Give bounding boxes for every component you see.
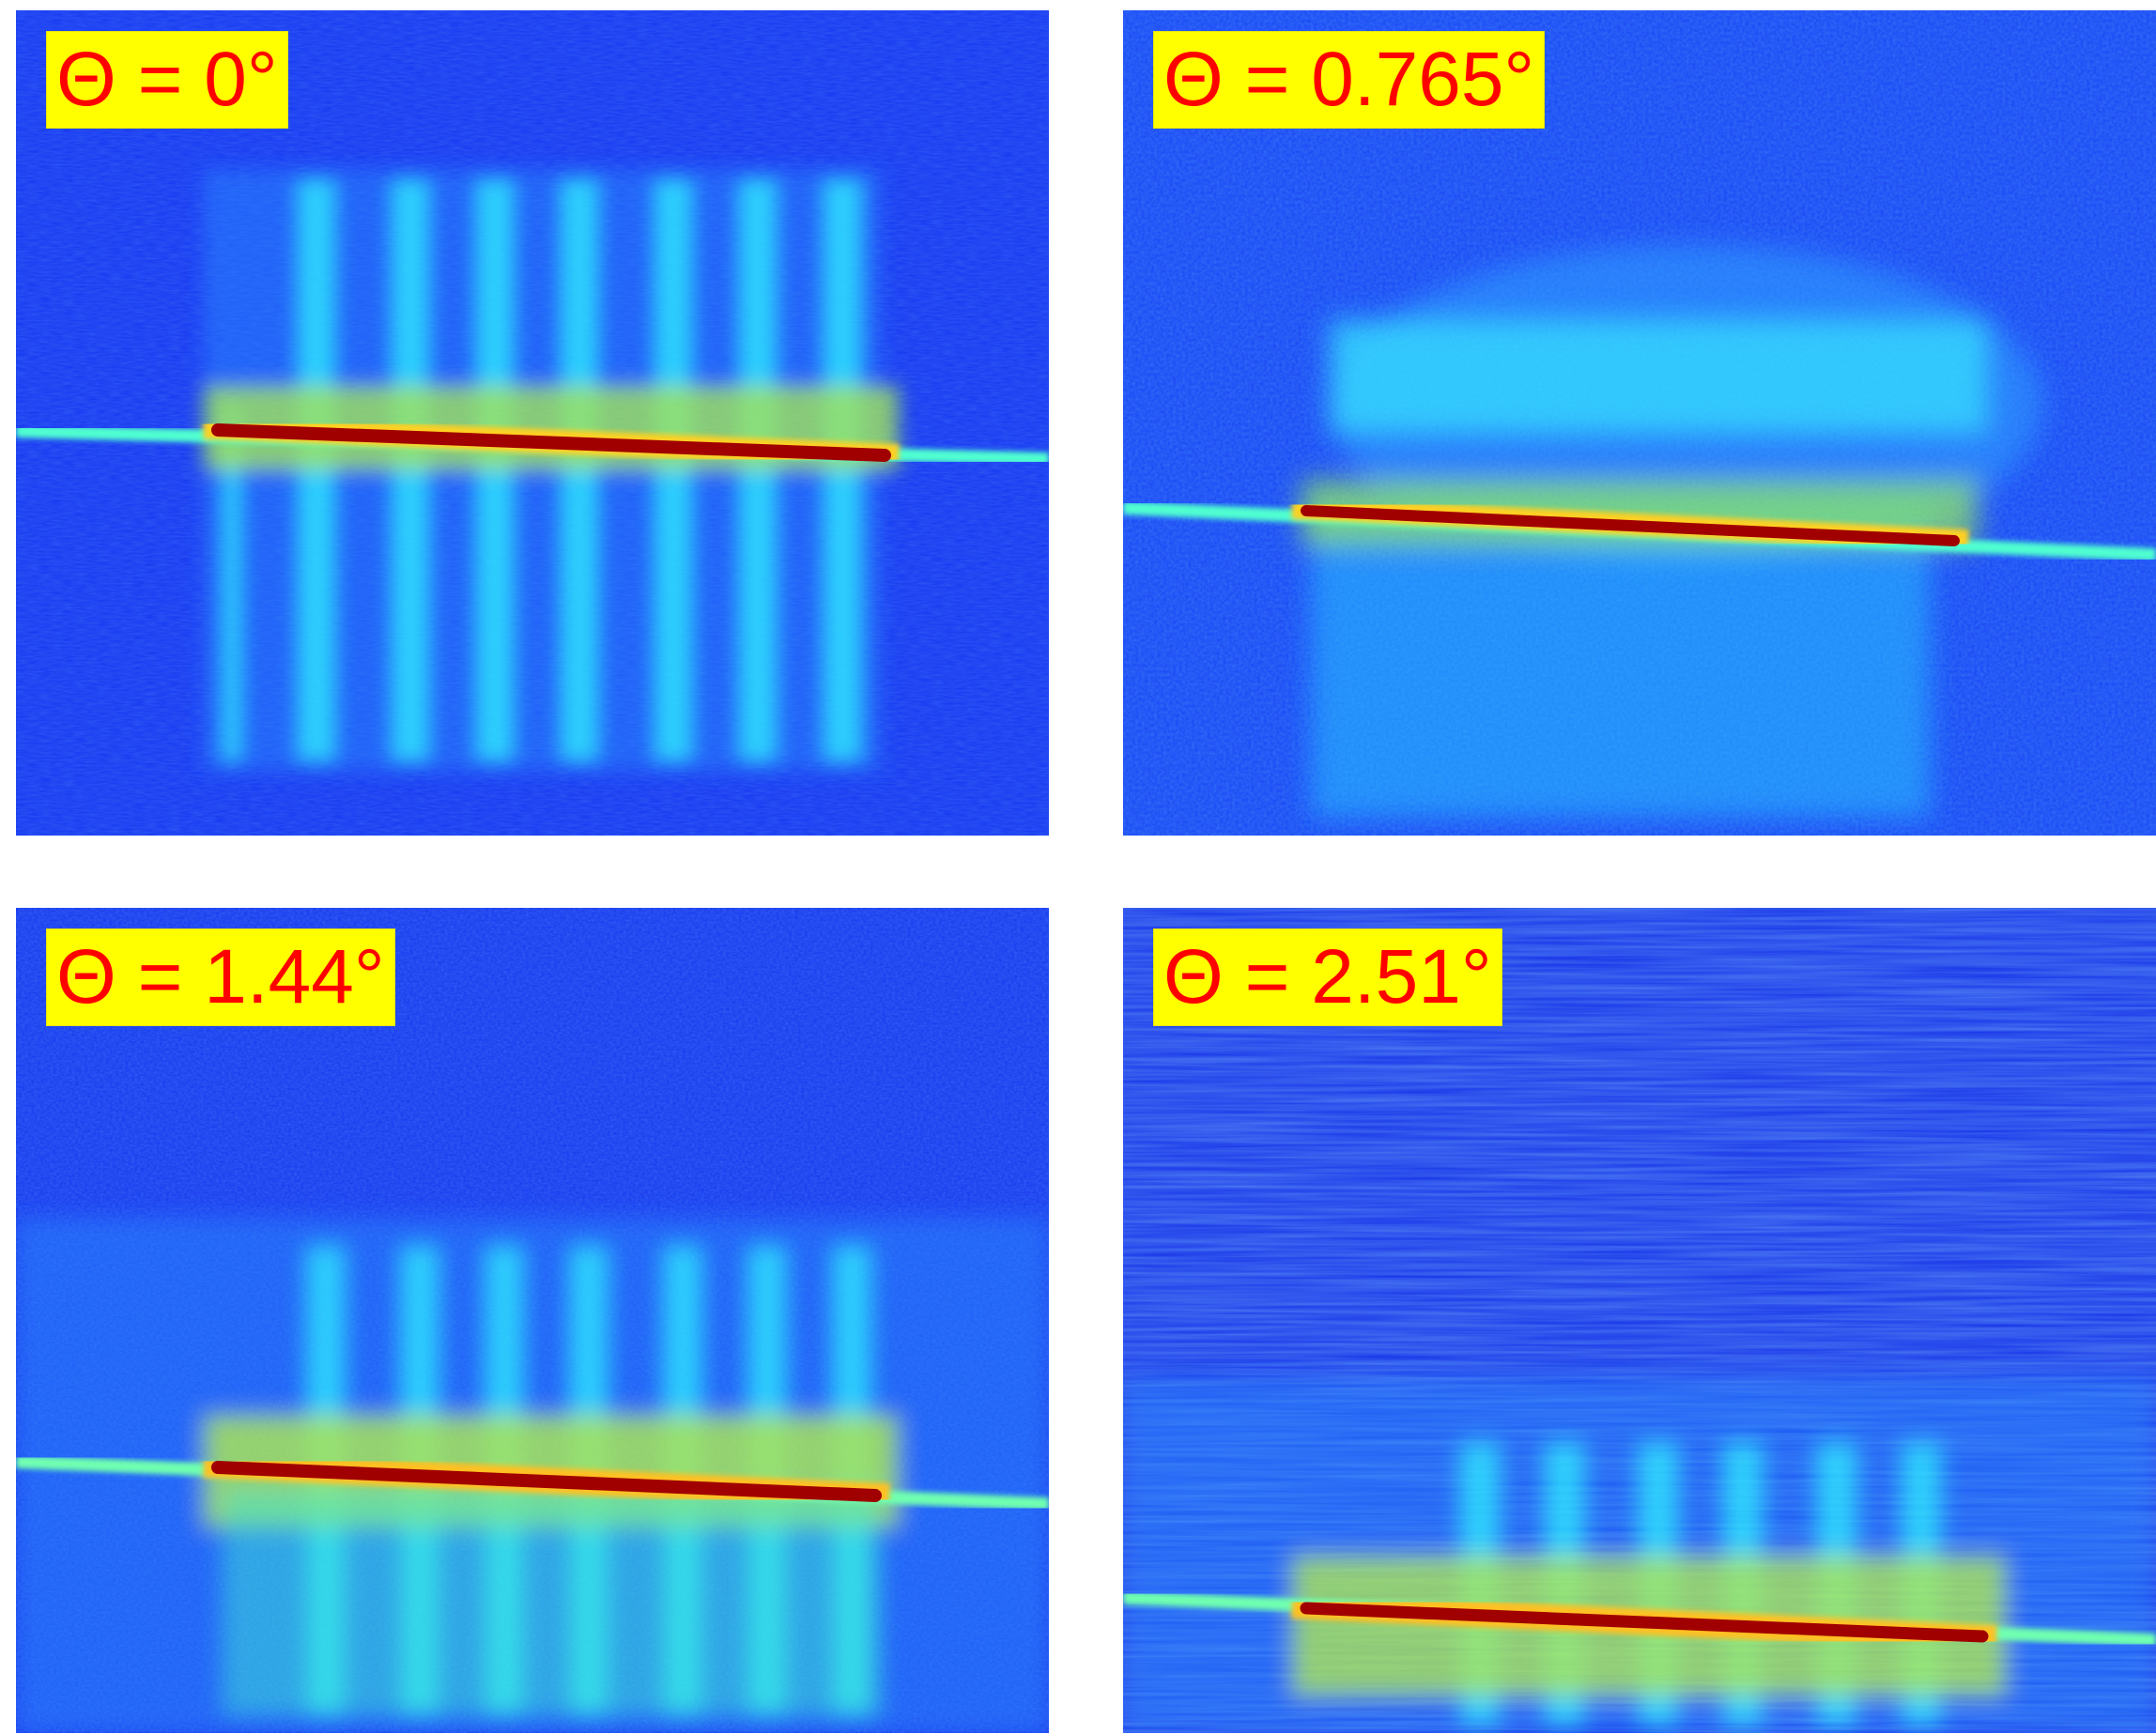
theta-label: Θ = 0° xyxy=(46,31,288,129)
theta-label: Θ = 0.765° xyxy=(1153,31,1546,129)
spectrogram-image xyxy=(16,908,1049,1733)
panel-theta-0765: Θ = 0.765° xyxy=(1123,10,2156,836)
spectrogram-image xyxy=(1123,908,2156,1733)
spectrogram-image xyxy=(1123,10,2156,836)
panel-theta-144: Θ = 1.44° xyxy=(16,908,1049,1733)
panel-theta-0: Θ = 0° xyxy=(16,10,1049,836)
spectrogram-image xyxy=(16,10,1049,836)
panel-theta-251: Θ = 2.51° xyxy=(1123,908,2156,1733)
theta-label: Θ = 1.44° xyxy=(46,928,395,1026)
theta-label: Θ = 2.51° xyxy=(1153,928,1502,1026)
